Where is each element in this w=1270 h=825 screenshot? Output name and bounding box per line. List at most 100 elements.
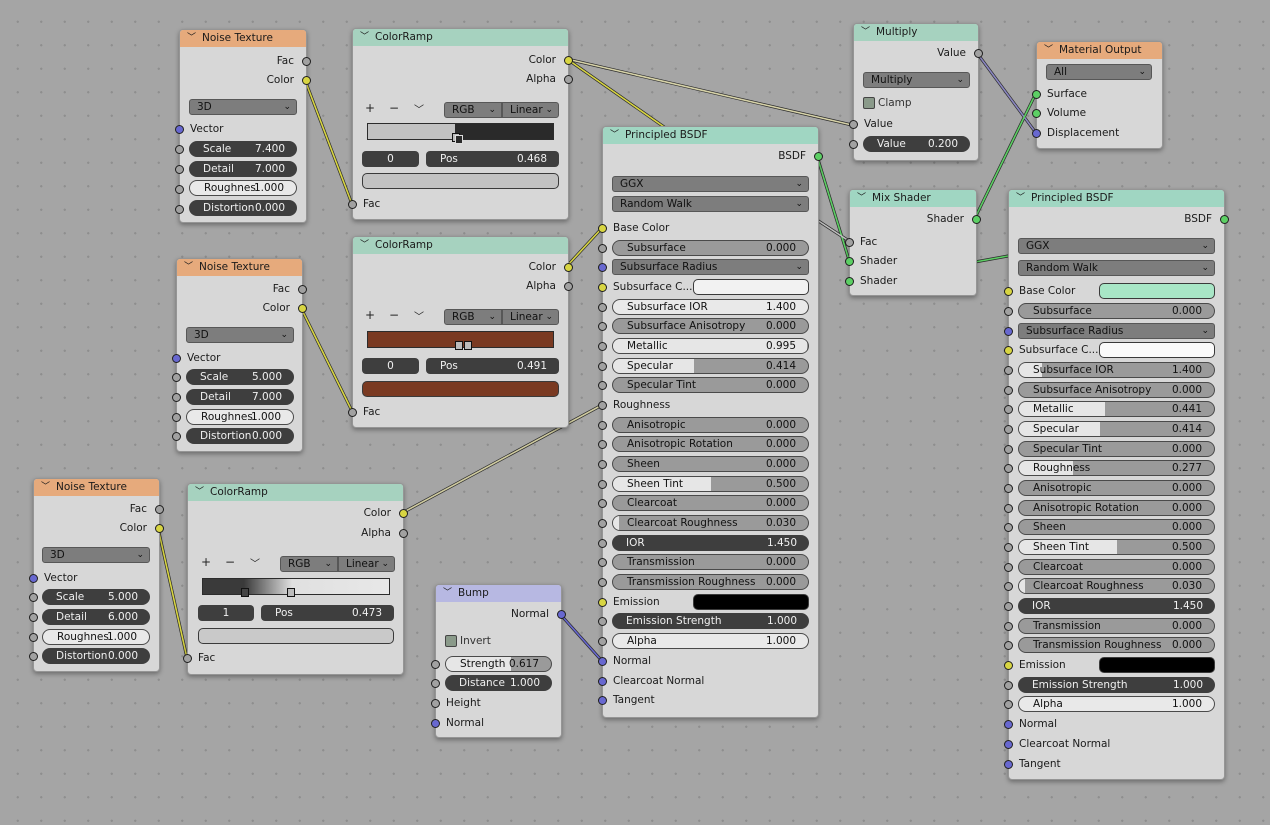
bsdf-output-socket[interactable]: [1220, 215, 1229, 224]
distortion-field[interactable]: Distortion 0.000: [42, 648, 150, 664]
value-input-socket[interactable]: [849, 120, 858, 129]
alpha-output-socket[interactable]: [399, 529, 408, 538]
color-mode-select[interactable]: RGB ⌄: [444, 102, 502, 118]
color-stop-handle[interactable]: [464, 341, 472, 350]
anisotropic-socket[interactable]: [1004, 484, 1013, 493]
node-header[interactable]: ﹀ Multiply: [854, 24, 978, 41]
subsurface-color-socket[interactable]: [1004, 346, 1013, 355]
specular-tint-field[interactable]: Specular Tint 0.000: [1018, 441, 1215, 457]
ramp-menu-button[interactable]: ﹀: [414, 308, 424, 323]
emission-strength-field[interactable]: Emission Strength 1.000: [1018, 677, 1215, 693]
distance-input-socket[interactable]: [431, 679, 440, 688]
invert-checkbox[interactable]: [445, 635, 457, 647]
interpolation-select[interactable]: Linear ⌄: [338, 556, 395, 572]
alpha-socket[interactable]: [1004, 700, 1013, 709]
normal-output-socket[interactable]: [557, 610, 566, 619]
stop-index-field[interactable]: 1: [198, 605, 254, 621]
detail-field[interactable]: Detail 7.000: [186, 389, 294, 405]
interpolation-select[interactable]: Linear ⌄: [502, 102, 559, 118]
color-stop-handle[interactable]: [455, 341, 463, 350]
material-output-node[interactable]: ﹀ Material Output All ⌄ Surface Volume Dis…: [1032, 41, 1163, 149]
chevron-down-icon[interactable]: ﹀: [187, 30, 196, 47]
clearcoat-normal-socket[interactable]: [1004, 740, 1013, 749]
vector-input-socket[interactable]: [172, 354, 181, 363]
bump-node[interactable]: ﹀ Bump Normal Invert Strength 0.617 Distan…: [431, 584, 566, 738]
clearcoat-normal-socket[interactable]: [598, 677, 607, 686]
value2-input-socket[interactable]: [849, 140, 858, 149]
stop-index-field[interactable]: 0: [362, 358, 419, 374]
tangent-socket[interactable]: [1004, 760, 1013, 769]
fac-output-socket[interactable]: [298, 285, 307, 294]
transmission-field[interactable]: Transmission 0.000: [612, 554, 809, 570]
base-color-socket[interactable]: [1004, 287, 1013, 296]
subsurface-radius-socket[interactable]: [598, 263, 607, 272]
volume-input-socket[interactable]: [1032, 109, 1041, 118]
dimensions-select[interactable]: 3D ⌄: [186, 327, 294, 343]
sheen-tint-field[interactable]: Sheen Tint 0.500: [1018, 539, 1215, 555]
stop-color-swatch[interactable]: [198, 628, 394, 644]
emission-color-swatch[interactable]: [1099, 657, 1215, 673]
anisotropic-socket[interactable]: [598, 421, 607, 430]
distance-field[interactable]: Distance 1.000: [445, 675, 552, 691]
anisotropic-rotation-field[interactable]: Anisotropic Rotation 0.000: [612, 436, 809, 452]
alpha-socket[interactable]: [598, 637, 607, 646]
vector-input-socket[interactable]: [175, 125, 184, 134]
scale-input-socket[interactable]: [29, 593, 38, 602]
principled-bsdf-node-2[interactable]: ﹀ Principled BSDF BSDF GGX ⌄ Random Walk ⌄ …: [1004, 189, 1229, 780]
add-stop-button[interactable]: +: [201, 555, 211, 569]
roughness-input-socket[interactable]: [175, 185, 184, 194]
subsurface-anisotropy-socket[interactable]: [598, 322, 607, 331]
distortion-input-socket[interactable]: [172, 432, 181, 441]
noise-texture-node-3[interactable]: ﹀ Noise Texture Fac Color 3D ⌄ Vector Scal…: [29, 478, 164, 672]
alpha-output-socket[interactable]: [564, 75, 573, 84]
node-header[interactable]: ﹀ ColorRamp: [353, 237, 568, 254]
subsurface-ior-socket[interactable]: [598, 303, 607, 312]
scale-field[interactable]: Scale 5.000: [42, 589, 150, 605]
roughness-input-socket[interactable]: [172, 413, 181, 422]
normal-socket[interactable]: [1004, 720, 1013, 729]
surface-input-socket[interactable]: [1032, 90, 1041, 99]
color-stop-handle[interactable]: [455, 135, 463, 144]
roughness-input-socket[interactable]: [29, 633, 38, 642]
bsdf-output-socket[interactable]: [814, 152, 823, 161]
roughness-field[interactable]: Roughnes 1.000: [186, 409, 294, 425]
base-color-socket[interactable]: [598, 224, 607, 233]
node-header[interactable]: ﹀ ColorRamp: [188, 484, 403, 501]
distortion-input-socket[interactable]: [29, 652, 38, 661]
color-output-socket[interactable]: [399, 509, 408, 518]
remove-stop-button[interactable]: −: [389, 308, 399, 322]
shader-output-socket[interactable]: [972, 215, 981, 224]
specular-field[interactable]: Specular 0.414: [1018, 421, 1215, 437]
scale-input-socket[interactable]: [175, 145, 184, 154]
clearcoat-socket[interactable]: [598, 499, 607, 508]
transmission-socket[interactable]: [598, 558, 607, 567]
roughness-socket[interactable]: [598, 401, 607, 410]
shader1-input-socket[interactable]: [845, 257, 854, 266]
subsurface-method-select[interactable]: Random Walk ⌄: [612, 196, 809, 212]
chevron-down-icon[interactable]: ﹀: [360, 237, 369, 254]
subsurface-socket[interactable]: [1004, 307, 1013, 316]
specular-tint-socket[interactable]: [598, 381, 607, 390]
emission-strength-field[interactable]: Emission Strength 1.000: [612, 613, 809, 629]
normal-socket[interactable]: [598, 657, 607, 666]
stop-color-swatch[interactable]: [362, 173, 559, 189]
emission-strength-socket[interactable]: [1004, 681, 1013, 690]
target-select[interactable]: All ⌄: [1046, 64, 1152, 80]
ramp-menu-button[interactable]: ﹀: [414, 101, 424, 116]
interpolation-select[interactable]: Linear ⌄: [502, 309, 559, 325]
chevron-down-icon[interactable]: ﹀: [360, 29, 369, 46]
chevron-down-icon[interactable]: ﹀: [1044, 42, 1053, 59]
transmission-field[interactable]: Transmission 0.000: [1018, 618, 1215, 634]
value-output-socket[interactable]: [974, 49, 983, 58]
noise-texture-node-1[interactable]: ﹀ Noise Texture Fac Color 3D ⌄ Vector Scal…: [175, 29, 311, 223]
node-header[interactable]: ﹀ Noise Texture: [180, 30, 306, 47]
fac-input-socket[interactable]: [845, 238, 854, 247]
color-output-socket[interactable]: [155, 524, 164, 533]
sheen-tint-socket[interactable]: [1004, 543, 1013, 552]
color-stop-handle[interactable]: [287, 588, 295, 597]
subsurface-radius-socket[interactable]: [1004, 327, 1013, 336]
color-output-socket[interactable]: [298, 304, 307, 313]
sheen-field[interactable]: Sheen 0.000: [1018, 519, 1215, 535]
dimensions-select[interactable]: 3D ⌄: [42, 547, 150, 563]
roughness-socket[interactable]: [1004, 464, 1013, 473]
